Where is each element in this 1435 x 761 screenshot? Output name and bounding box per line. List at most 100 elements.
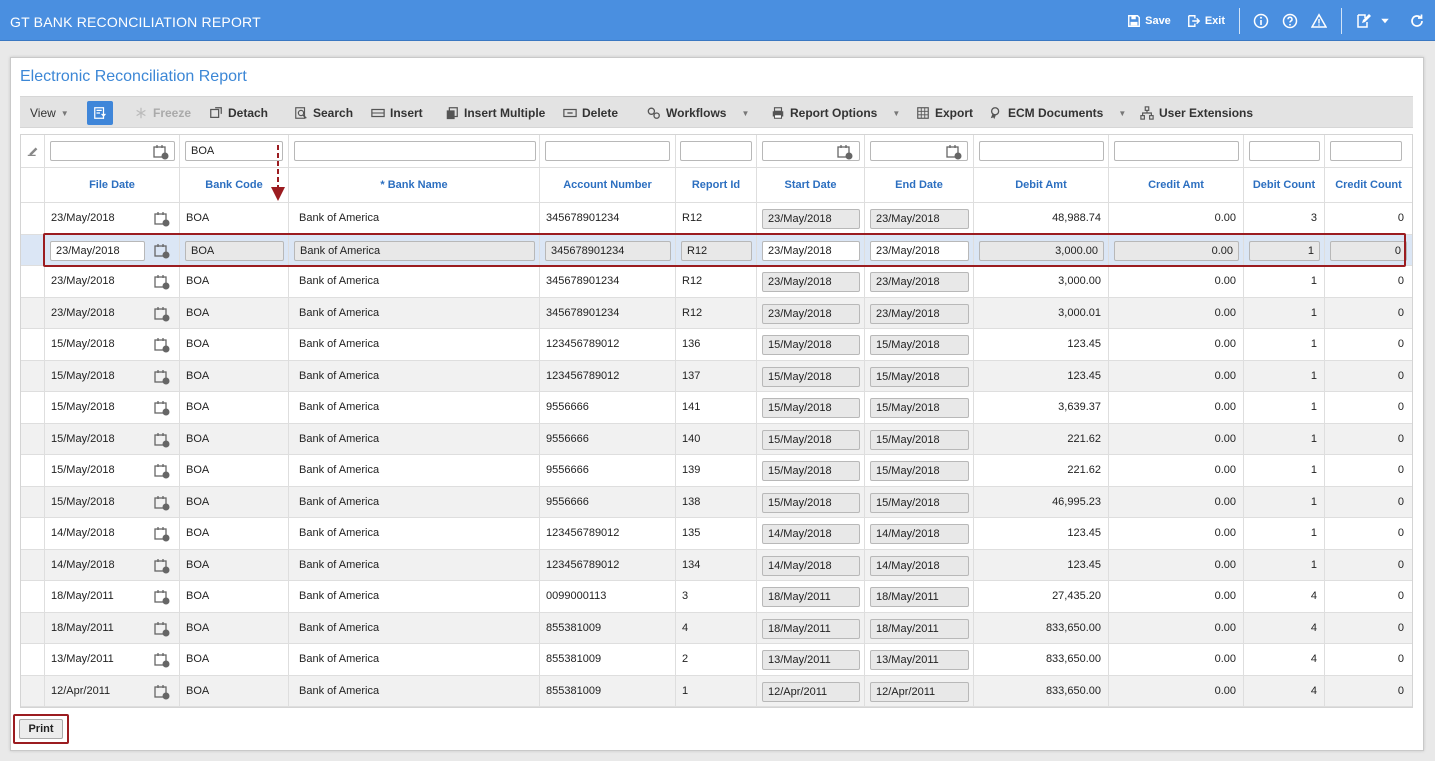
cell-bank-code[interactable]: BOA [180,644,289,675]
account-number-value[interactable]: 345678901234 [545,240,671,261]
cell-bank-name[interactable]: Bank of America [289,455,540,486]
end-date-value[interactable]: 14/May/2018 [870,555,969,576]
cell-credit-count[interactable]: 0 [1325,203,1412,234]
refresh-icon[interactable] [1409,13,1425,29]
cell-end-date[interactable]: 23/May/2018 [865,203,974,234]
cell-debit-count[interactable]: 1 [1244,329,1325,360]
cell-bank-name[interactable]: Bank of America [289,612,540,643]
cell-credit-amt[interactable]: 0.00 [1109,392,1244,423]
cell-debit-amt[interactable]: 833,650.00 [974,612,1109,643]
cell-credit-count[interactable]: 0 [1325,487,1412,518]
row-indicator[interactable] [21,266,45,297]
cell-file-date[interactable]: 14/May/2018 [45,518,180,549]
cell-report-id[interactable]: 135 [676,518,757,549]
cell-report-id[interactable]: 141 [676,392,757,423]
exit-button[interactable]: Exit [1187,14,1225,28]
cell-report-id[interactable]: R12 [676,203,757,234]
cell-credit-amt[interactable]: 0.00 [1109,486,1244,517]
row-indicator[interactable] [21,486,45,517]
end-date-value[interactable]: 12/Apr/2011 [870,681,969,702]
row-indicator[interactable] [21,675,45,706]
cell-credit-amt[interactable]: 0.00 [1109,455,1244,486]
cell-credit-amt[interactable]: 0.00 [1109,360,1244,391]
cell-report-id[interactable]: 140 [676,423,757,454]
cell-bank-name[interactable]: Bank of America [289,644,540,675]
cell-credit-amt[interactable]: 0.00 [1109,329,1244,360]
cell-credit-count[interactable]: 0 [1325,392,1412,423]
cell-end-date[interactable]: 15/May/2018 [865,360,974,391]
bank-name-value[interactable]: Bank of America [294,240,535,261]
column-header-bank-code[interactable]: Bank Code [180,168,289,202]
cell-bank-name[interactable]: Bank of America [289,486,540,517]
cell-credit-count[interactable]: 0 [1325,329,1412,360]
cell-debit-count[interactable]: 1 [1244,234,1325,265]
cell-report-id[interactable]: 136 [676,329,757,360]
table-row[interactable]: 15/May/2018 BOA Bank of America 12345678901… [21,329,1412,361]
cell-bank-name[interactable]: Bank of America [289,581,540,612]
cell-account-number[interactable]: 855381009 [540,675,676,706]
cell-end-date[interactable]: 14/May/2018 [865,549,974,580]
cell-bank-name[interactable]: Bank of America [289,297,540,328]
end-date-value[interactable]: 18/May/2011 [870,587,969,607]
cell-end-date[interactable]: 23/May/2018 [865,266,974,297]
cell-debit-count[interactable]: 4 [1244,644,1325,675]
bank-code-filter-input[interactable] [185,141,283,161]
row-indicator[interactable] [21,549,45,580]
row-indicator[interactable] [21,203,45,234]
cell-account-number[interactable]: 345678901234 [540,266,676,297]
cell-bank-code[interactable]: BOA [180,486,289,517]
table-row[interactable]: 23/May/2018 BOA Bank of America 34567890123… [21,266,1412,298]
calendar-icon[interactable] [154,652,170,668]
column-header-bank-name[interactable]: * Bank Name [289,168,540,202]
cell-report-id[interactable]: R12 [676,234,757,265]
table-row[interactable]: 23/May/2018 BOA Bank of America 34567890123… [21,297,1412,329]
calendar-icon[interactable] [154,495,170,511]
cell-file-date[interactable]: 23/May/2018 [45,203,180,234]
cell-bank-code[interactable]: BOA [180,549,289,580]
view-menu[interactable]: View ▼ [30,97,69,129]
cell-bank-code[interactable]: BOA [180,360,289,391]
cell-credit-count[interactable]: 0 [1325,235,1412,266]
insert-multiple-button[interactable]: Insert Multiple [445,97,545,129]
cell-report-id[interactable]: 137 [676,360,757,391]
cell-report-id[interactable]: 4 [676,612,757,643]
calendar-icon[interactable] [154,274,170,290]
account-number-filter-input[interactable] [545,141,670,161]
row-indicator[interactable] [21,329,45,360]
cell-start-date[interactable]: 23/May/2018 [757,297,865,328]
cell-end-date[interactable]: 12/Apr/2011 [865,675,974,706]
cell-bank-name[interactable]: Bank of America [289,266,540,297]
end-date-value[interactable]: 14/May/2018 [870,524,969,544]
cell-file-date[interactable]: 18/May/2011 [45,581,180,612]
table-row[interactable]: 15/May/2018 BOA Bank of America 9556666 138 1… [21,486,1412,518]
cell-report-id[interactable]: R12 [676,297,757,328]
cell-end-date[interactable]: 15/May/2018 [865,392,974,423]
cell-file-date[interactable]: 23/May/2018 [45,297,180,328]
cell-credit-count[interactable]: 0 [1325,266,1412,297]
row-indicator[interactable] [21,423,45,454]
detach-button[interactable]: Detach [209,97,268,129]
calendar-icon[interactable] [154,306,170,322]
table-row[interactable]: 18/May/2011 BOA Bank of America 0099000113 3… [21,581,1412,613]
cell-credit-amt[interactable]: 0.00 [1109,297,1244,328]
calendar-icon[interactable] [154,589,170,605]
credit-amt-value[interactable]: 0.00 [1114,240,1239,261]
cell-debit-amt[interactable]: 3,639.37 [974,392,1109,423]
cell-file-date[interactable]: 23/May/2018 [45,266,180,297]
cell-start-date[interactable]: 18/May/2011 [757,612,865,643]
cell-report-id[interactable]: 2 [676,644,757,675]
cell-start-date[interactable]: 15/May/2018 [757,392,865,423]
cell-debit-amt[interactable]: 46,995.23 [974,486,1109,517]
cell-bank-name[interactable]: Bank of America [289,203,540,234]
info-icon[interactable] [1253,13,1269,29]
start-date-value[interactable]: 15/May/2018 [762,335,860,355]
chevron-down-icon[interactable] [1377,13,1393,29]
table-row[interactable]: 23/May/2018 BOA Bank of America 34567890123… [21,203,1412,235]
calendar-icon[interactable] [154,337,170,353]
cell-start-date[interactable]: 14/May/2018 [757,518,865,549]
cell-start-date[interactable]: 13/May/2011 [757,644,865,675]
cell-end-date[interactable]: 13/May/2011 [865,644,974,675]
row-indicator[interactable] [21,581,45,612]
cell-credit-count[interactable]: 0 [1325,613,1412,644]
cell-credit-amt[interactable]: 0.00 [1109,675,1244,706]
